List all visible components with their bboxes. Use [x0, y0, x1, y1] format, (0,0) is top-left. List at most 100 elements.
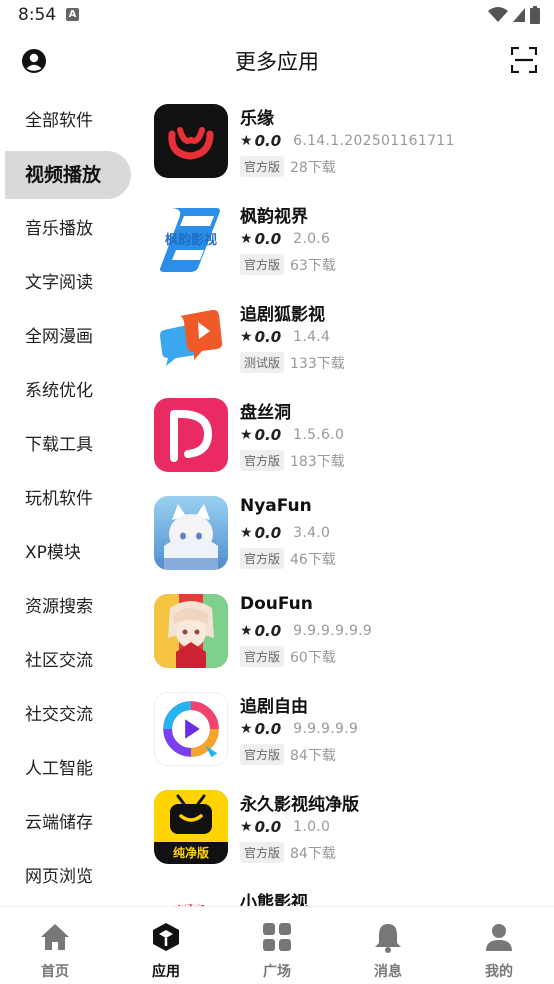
star-icon: ★ — [240, 329, 253, 345]
zhuijuhu-icon — [154, 300, 228, 374]
sidebar-item-xp[interactable]: XP模块 — [5, 529, 131, 577]
app-meta: 官方版 183下载 — [240, 450, 345, 471]
sidebar-item-cloud[interactable]: 云端储存 — [5, 799, 131, 847]
app-item[interactable]: 追剧自由 ★ 0.0 9.9.9.9.9 官方版 84下载 — [140, 682, 554, 780]
app-name: 盘丝洞 — [240, 403, 291, 423]
nav-messages[interactable]: 消息 — [333, 907, 443, 984]
nav-apps[interactable]: 应用 — [111, 907, 221, 984]
release-badge: 官方版 — [240, 450, 285, 471]
sidebar-item-browser[interactable]: 网页浏览 — [5, 853, 131, 901]
sidebar-item-label: 下载工具 — [25, 435, 93, 455]
app-meta: 官方版 28下载 — [240, 156, 336, 177]
sidebar-item-label: 网页浏览 — [25, 867, 93, 887]
app-item[interactable]: 纯净版 永久影视纯净版 ★ 0.0 1.0.0 官方版 84下载 — [140, 780, 554, 878]
app-meta: 测试版 133下载 — [240, 352, 345, 373]
nav-label: 首页 — [41, 964, 69, 980]
svg-text:枫韵影视: 枫韵影视 — [165, 232, 217, 248]
top-app-bar: 更多应用 — [0, 32, 554, 90]
svg-text:小熊影视: 小熊影视 — [167, 898, 215, 906]
bell-icon — [375, 924, 401, 953]
svg-text:纯净版: 纯净版 — [173, 845, 209, 860]
sidebar-item-label: 人工智能 — [25, 759, 93, 779]
wifi-icon — [488, 7, 508, 22]
download-count: 63下载 — [290, 257, 336, 274]
app-score: 0.0 — [254, 328, 282, 346]
sidebar-item-social[interactable]: 社交交流 — [5, 691, 131, 739]
app-name: 追剧自由 — [240, 697, 308, 717]
app-item[interactable]: NyaFun ★ 0.0 3.4.0 官方版 46下载 — [140, 486, 554, 584]
app-rating: ★ 0.0 1.0.0 — [240, 818, 330, 836]
sidebar-item-ai[interactable]: 人工智能 — [5, 745, 131, 793]
apps-cube-icon — [153, 923, 179, 951]
sidebar-item-label: 玩机软件 — [25, 489, 93, 509]
download-count: 46下载 — [290, 551, 336, 568]
nav-me[interactable]: 我的 — [444, 907, 554, 984]
sidebar-item-comics[interactable]: 全网漫画 — [5, 313, 131, 361]
app-version: 1.5.6.0 — [293, 427, 345, 443]
fengyun-icon: 枫韵影视 — [154, 202, 228, 276]
app-rating: ★ 0.0 9.9.9.9.9 — [240, 720, 358, 738]
app-item[interactable]: 小熊影视 小熊影视 — [140, 878, 554, 906]
nyafun-icon — [154, 496, 228, 570]
app-meta: 官方版 60下载 — [240, 646, 336, 667]
app-item[interactable]: 乐缘 ★ 0.0 6.14.1.202501161711 官方版 28下载 — [140, 94, 554, 192]
pansidong-icon — [154, 398, 228, 472]
star-icon: ★ — [240, 623, 253, 639]
sidebar-item-all[interactable]: 全部软件 — [5, 97, 131, 145]
app-name: DouFun — [240, 594, 313, 614]
app-score: 0.0 — [254, 622, 282, 640]
sidebar-item-music[interactable]: 音乐播放 — [5, 205, 131, 253]
app-score: 0.0 — [254, 524, 282, 542]
app-version: 6.14.1.202501161711 — [293, 133, 455, 149]
star-icon: ★ — [240, 819, 253, 835]
app-version: 1.4.4 — [293, 329, 331, 345]
sidebar-item-reading[interactable]: 文字阅读 — [5, 259, 131, 307]
app-item[interactable]: 枫韵影视 枫韵视界 ★ 0.0 2.0.6 官方版 63下载 — [140, 192, 554, 290]
nav-square[interactable]: 广场 — [222, 907, 332, 984]
app-version: 3.4.0 — [293, 525, 331, 541]
release-badge: 测试版 — [240, 352, 285, 373]
app-name: NyaFun — [240, 496, 312, 516]
sidebar-item-tinker[interactable]: 玩机软件 — [5, 475, 131, 523]
app-version: 9.9.9.9.9.9 — [293, 623, 373, 639]
scan-icon[interactable] — [510, 46, 538, 74]
yongjiu-icon: 纯净版 — [154, 790, 228, 864]
download-count: 60下载 — [290, 649, 336, 666]
star-icon: ★ — [240, 133, 253, 149]
app-item[interactable]: 追剧狐影视 ★ 0.0 1.4.4 测试版 133下载 — [140, 290, 554, 388]
doufun-icon — [154, 594, 228, 668]
app-item[interactable]: 盘丝洞 ★ 0.0 1.5.6.0 官方版 183下载 — [140, 388, 554, 486]
download-count: 183下载 — [290, 453, 345, 470]
sidebar-item-download[interactable]: 下载工具 — [5, 421, 131, 469]
app-name: 枫韵视界 — [240, 207, 308, 227]
xiaoxiong-icon: 小熊影视 — [154, 888, 228, 906]
app-score: 0.0 — [254, 426, 282, 444]
app-name: 追剧狐影视 — [240, 305, 325, 325]
release-badge: 官方版 — [240, 156, 285, 177]
app-rating: ★ 0.0 2.0.6 — [240, 230, 330, 248]
category-sidebar: 全部软件 视频播放 音乐播放 文字阅读 全网漫画 系统优化 下载工具 玩机软件 … — [0, 94, 140, 906]
release-badge: 官方版 — [240, 548, 285, 569]
star-icon: ★ — [240, 231, 253, 247]
nav-home[interactable]: 首页 — [0, 907, 110, 984]
sidebar-item-video[interactable]: 视频播放 — [5, 151, 131, 199]
app-score: 0.0 — [254, 230, 282, 248]
grid-icon — [263, 923, 291, 951]
app-score: 0.0 — [254, 132, 282, 150]
nav-label: 广场 — [263, 964, 291, 980]
sidebar-item-search[interactable]: 资源搜索 — [5, 583, 131, 631]
sidebar-item-optimize[interactable]: 系统优化 — [5, 367, 131, 415]
release-badge: 官方版 — [240, 646, 285, 667]
leyuan-icon — [154, 104, 228, 178]
download-count: 84下载 — [290, 845, 336, 862]
sidebar-item-label: 系统优化 — [25, 381, 93, 401]
status-right-icons — [488, 6, 540, 24]
app-version: 9.9.9.9.9 — [293, 721, 359, 737]
app-name: 小熊影视 — [240, 893, 308, 906]
sidebar-item-community[interactable]: 社区交流 — [5, 637, 131, 685]
home-icon — [41, 924, 69, 950]
nav-label: 消息 — [374, 964, 402, 980]
app-rating: ★ 0.0 3.4.0 — [240, 524, 330, 542]
sidebar-item-label: XP模块 — [25, 543, 81, 563]
app-item[interactable]: DouFun ★ 0.0 9.9.9.9.9.9 官方版 60下载 — [140, 584, 554, 682]
